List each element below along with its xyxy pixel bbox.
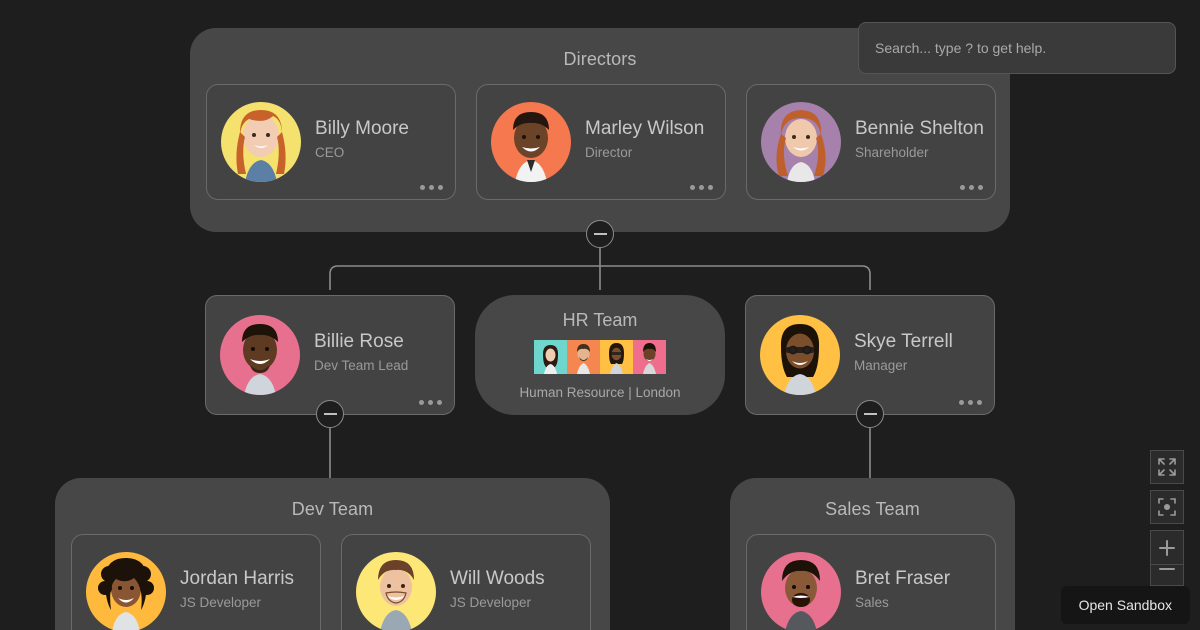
minus-icon: [593, 233, 607, 235]
person-role: Sales: [855, 594, 889, 610]
org-chart-canvas[interactable]: Directors Billy Moore CEO Marley Wilson …: [0, 0, 1200, 630]
group-title-dev-team: Dev Team: [291, 499, 374, 519]
collapse-toggle-billie-rose[interactable]: [316, 400, 344, 428]
avatar-photo: [513, 112, 549, 182]
avatar-photo: [242, 324, 278, 395]
person-card-billie-rose[interactable]: Billie Rose Dev Team Lead: [205, 295, 455, 415]
person-card-bret-fraser[interactable]: Bret Fraser Sales: [746, 534, 996, 630]
person-text: Jordan Harris JS Developer: [180, 567, 294, 612]
thumb-photo: [577, 344, 590, 374]
card-menu-icon[interactable]: [420, 185, 443, 190]
team-thumb: [534, 340, 567, 374]
person-text: Billie Rose Dev Team Lead: [314, 330, 408, 375]
person-name: Billy Moore: [315, 117, 409, 139]
avatar-photo: [776, 110, 826, 182]
person-card-skye-terrell[interactable]: Skye Terrell Manager: [745, 295, 995, 415]
person-role: JS Developer: [180, 594, 262, 610]
avatar-bret-fraser: [761, 552, 841, 630]
avatar-bennie-shelton: [761, 102, 841, 182]
person-text: Billy Moore CEO: [315, 117, 409, 162]
thumb-photo: [543, 345, 558, 374]
thumb-photo: [643, 343, 656, 374]
person-role: Manager: [854, 357, 908, 373]
person-name: Skye Terrell: [854, 330, 953, 352]
group-body-dev-team: Jordan Harris JS Developer Will Woods JS…: [55, 520, 610, 630]
card-menu-icon[interactable]: [419, 400, 442, 405]
card-menu-icon[interactable]: [960, 185, 983, 190]
group-sales-team[interactable]: Sales Team Bret Fraser Sales: [730, 478, 1015, 630]
group-title-sales-team: Sales Team: [825, 499, 920, 519]
avatar-photo: [780, 324, 820, 395]
avatar-jordan-harris: [86, 552, 166, 630]
avatar-skye-terrell: [760, 315, 840, 395]
avatar-marley-wilson: [491, 102, 571, 182]
person-text: Will Woods JS Developer: [450, 567, 545, 612]
person-card-jordan-harris[interactable]: Jordan Harris JS Developer: [71, 534, 321, 630]
person-name: Bret Fraser: [855, 567, 951, 589]
avatar-photo: [378, 560, 414, 630]
canvas-controls[interactable]: [1150, 450, 1184, 586]
person-card-billy-moore[interactable]: Billy Moore CEO: [206, 84, 456, 200]
team-subtitle-hr: Human Resource | London: [519, 385, 681, 400]
person-role: Shareholder: [855, 144, 929, 160]
fit-to-screen-button[interactable]: [1150, 450, 1184, 484]
avatar-will-woods: [356, 552, 436, 630]
person-card-will-woods[interactable]: Will Woods JS Developer: [341, 534, 591, 630]
avatar-billie-rose: [220, 315, 300, 395]
avatar-billy-moore: [221, 102, 301, 182]
minus-icon: [323, 413, 337, 415]
team-title-hr: HR Team: [562, 310, 638, 330]
person-card-bennie-shelton[interactable]: Bennie Shelton Shareholder: [746, 84, 996, 200]
team-thumb: [633, 340, 666, 374]
person-text: Bennie Shelton Shareholder: [855, 117, 984, 162]
open-sandbox-button[interactable]: Open Sandbox: [1060, 586, 1190, 624]
center-focus-icon: [1158, 498, 1176, 516]
team-node-hr[interactable]: HR Team Human Resource | London: [475, 295, 725, 415]
zoom-controls[interactable]: [1150, 530, 1184, 586]
avatar-photo: [236, 110, 286, 182]
person-role: Dev Team Lead: [314, 357, 409, 373]
zoom-in-button[interactable]: [1150, 530, 1184, 564]
person-role: Director: [585, 144, 633, 160]
team-thumb: [567, 340, 600, 374]
person-role: CEO: [315, 144, 345, 160]
person-text: Skye Terrell Manager: [854, 330, 953, 375]
person-name: Billie Rose: [314, 330, 404, 352]
collapse-toggle-directors[interactable]: [586, 220, 614, 248]
person-name: Will Woods: [450, 567, 545, 589]
team-avatar-strip: [534, 340, 666, 374]
person-card-marley-wilson[interactable]: Marley Wilson Director: [476, 84, 726, 200]
fit-to-screen-icon: [1158, 458, 1176, 476]
group-body-sales-team: Bret Fraser Sales: [730, 520, 1015, 630]
zoom-out-icon: [1159, 568, 1175, 570]
card-menu-icon[interactable]: [959, 400, 982, 405]
zoom-out-button[interactable]: [1150, 564, 1184, 586]
center-focus-button[interactable]: [1150, 490, 1184, 524]
team-thumb: [600, 340, 633, 374]
search-input[interactable]: [858, 22, 1176, 74]
group-body-directors: Billy Moore CEO Marley Wilson Director B…: [190, 70, 1010, 216]
card-menu-icon[interactable]: [690, 185, 713, 190]
person-name: Bennie Shelton: [855, 117, 984, 139]
group-dev-team[interactable]: Dev Team Jordan Harris JS Developer Will…: [55, 478, 610, 630]
person-role: JS Developer: [450, 594, 532, 610]
zoom-in-icon: [1159, 539, 1175, 556]
thumb-photo: [609, 343, 624, 374]
person-text: Marley Wilson Director: [585, 117, 704, 162]
avatar-photo: [782, 560, 820, 630]
person-text: Bret Fraser Sales: [855, 567, 950, 612]
person-name: Marley Wilson: [585, 117, 705, 139]
avatar-photo: [98, 558, 154, 630]
person-name: Jordan Harris: [180, 567, 295, 589]
collapse-toggle-skye-terrell[interactable]: [856, 400, 884, 428]
minus-icon: [863, 413, 877, 415]
